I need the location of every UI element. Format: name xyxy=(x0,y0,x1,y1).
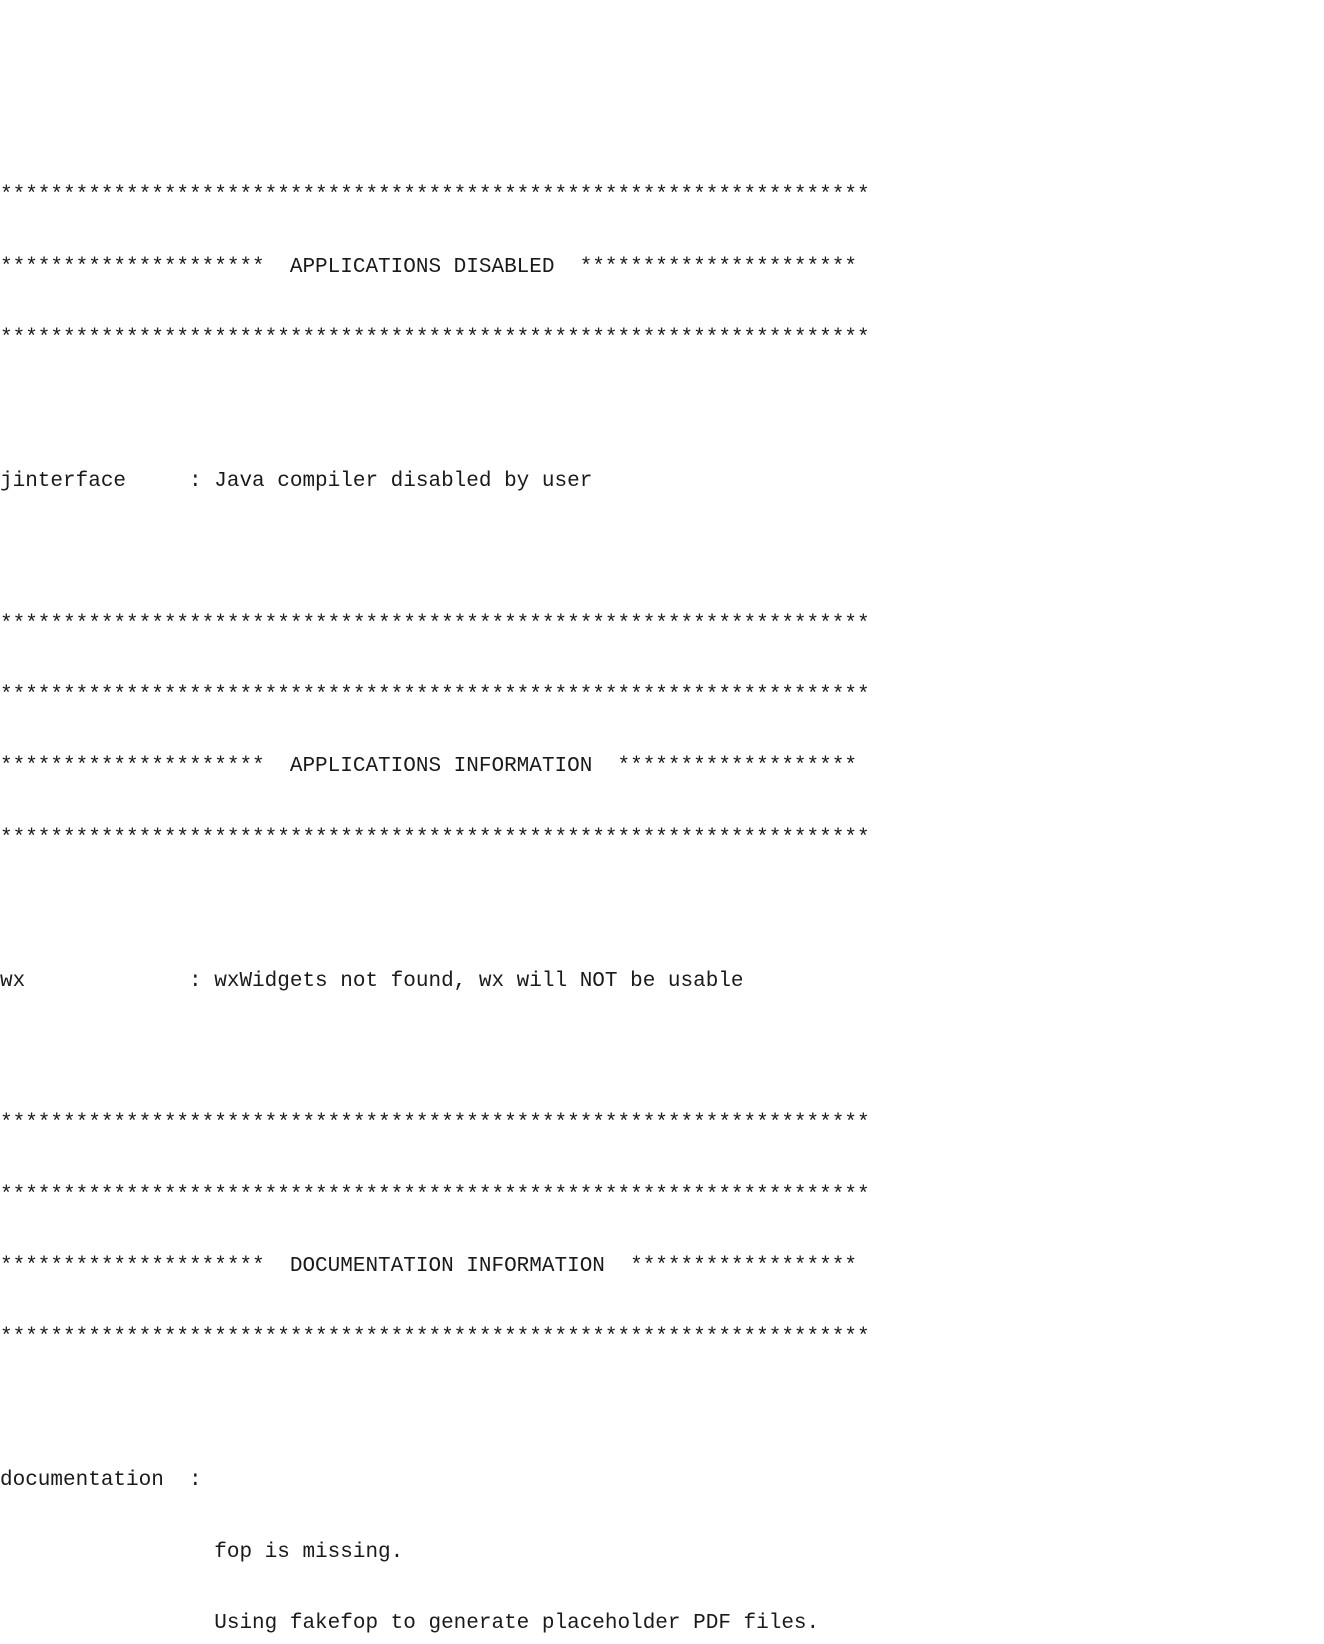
blank-line xyxy=(0,892,1324,928)
apps-info-header: ********************* APPLICATIONS INFOR… xyxy=(0,749,1324,785)
jinterface-entry: jinterface : Java compiler disabled by u… xyxy=(0,464,1324,500)
documentation-detail-2: Using fakefop to generate placeholder PD… xyxy=(0,1606,1324,1642)
blank-line xyxy=(0,1392,1324,1428)
banner-stars: ****************************************… xyxy=(0,821,1324,857)
banner-stars: ****************************************… xyxy=(0,1320,1324,1356)
banner-stars: ****************************************… xyxy=(0,178,1324,214)
documentation-entry: documentation : xyxy=(0,1463,1324,1499)
blank-line xyxy=(0,1035,1324,1071)
wx-entry: wx : wxWidgets not found, wx will NOT be… xyxy=(0,964,1324,1000)
doc-info-header: ********************* DOCUMENTATION INFO… xyxy=(0,1249,1324,1285)
banner-stars: ****************************************… xyxy=(0,607,1324,643)
apps-disabled-header: ********************* APPLICATIONS DISAB… xyxy=(0,250,1324,286)
banner-stars: ****************************************… xyxy=(0,1178,1324,1214)
blank-line xyxy=(0,393,1324,429)
blank-line xyxy=(0,535,1324,571)
terminal-output: ****************************************… xyxy=(0,143,1324,1644)
banner-stars: ****************************************… xyxy=(0,678,1324,714)
banner-stars: ****************************************… xyxy=(0,321,1324,357)
documentation-detail-1: fop is missing. xyxy=(0,1535,1324,1571)
banner-stars: ****************************************… xyxy=(0,1106,1324,1142)
